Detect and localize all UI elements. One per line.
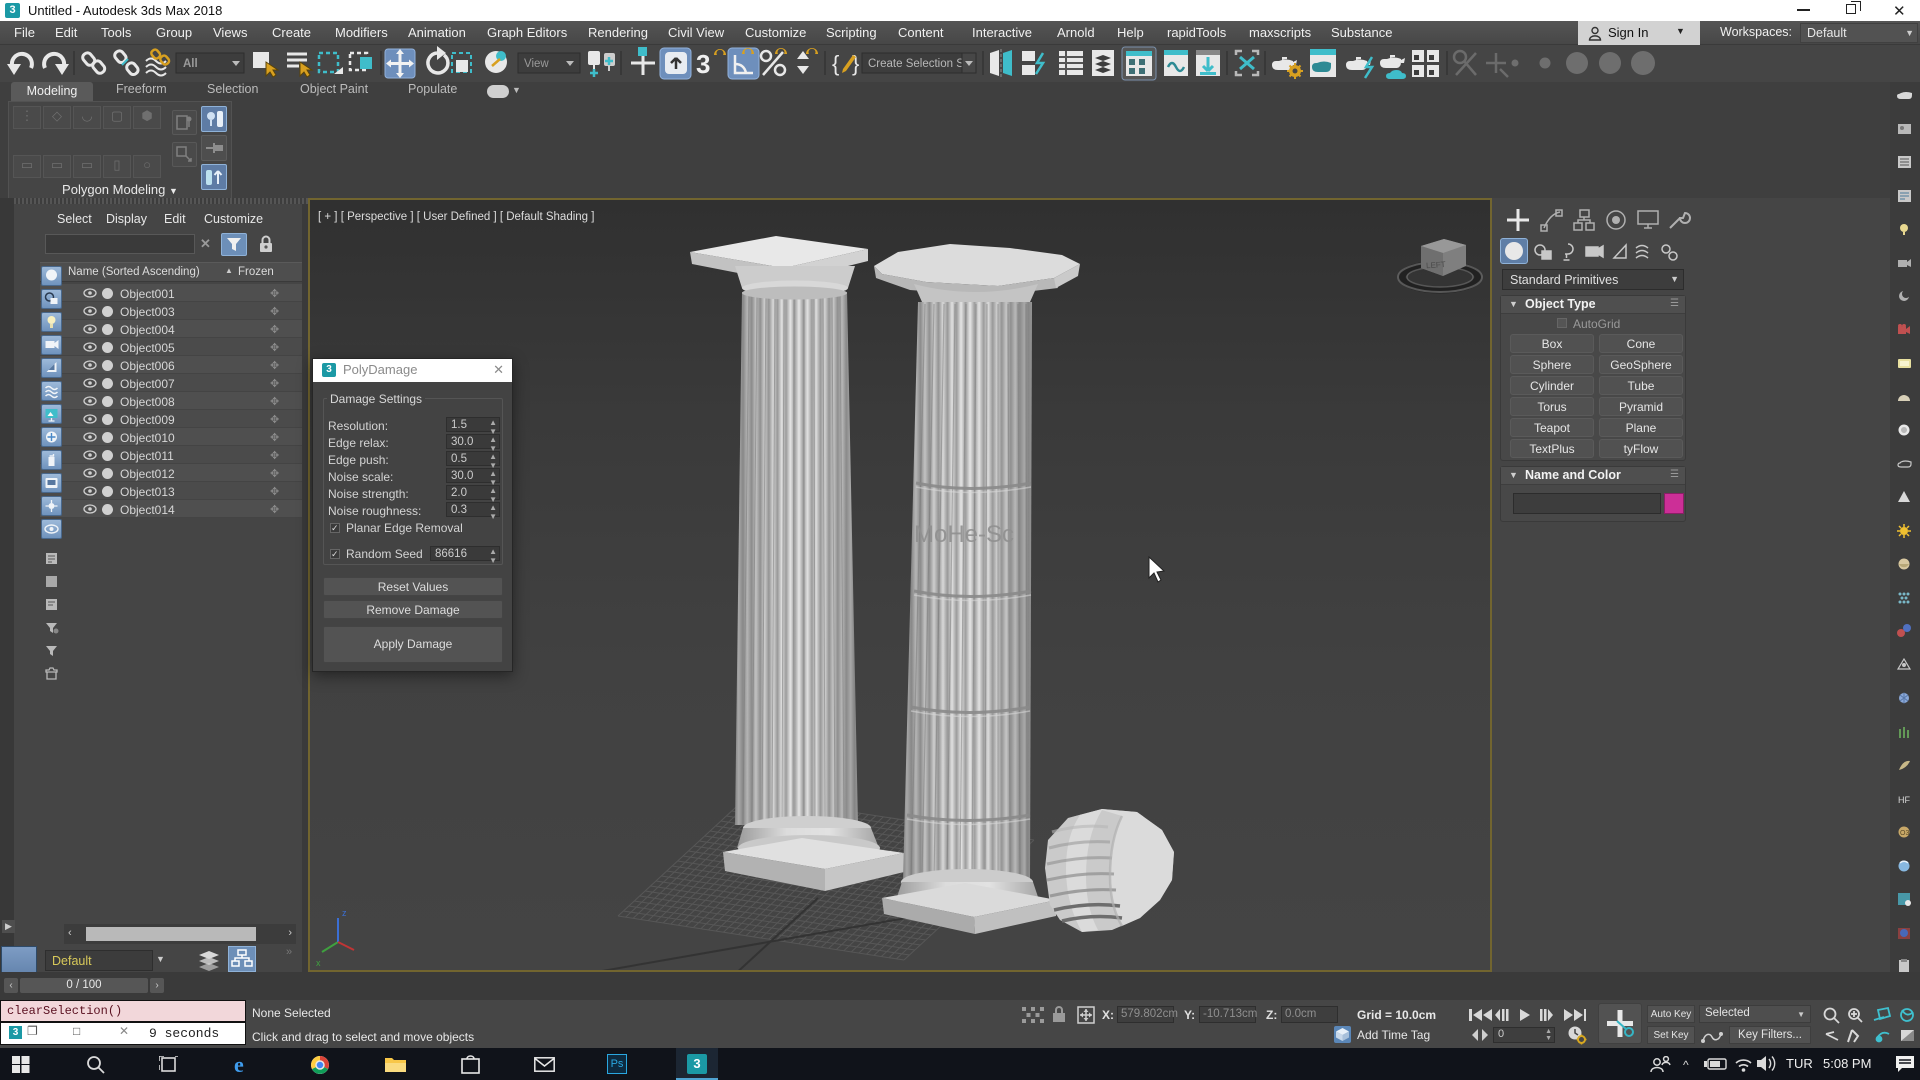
svg-text:O3: O3 (1900, 830, 1909, 837)
svg-text:[ + ] [ Perspective ] [ User D: [ + ] [ Perspective ] [ User Defined ] [… (318, 211, 594, 223)
svg-text:All: All (183, 58, 198, 70)
svg-text:LEFT: LEFT (1426, 260, 1446, 270)
svg-text:HF: HF (1898, 795, 1910, 805)
svg-text:Create Selection Se: Create Selection Se (868, 58, 970, 70)
svg-text:{: { (832, 51, 839, 76)
svg-text:View: View (524, 58, 549, 70)
svg-text:}: } (852, 51, 859, 76)
svg-text:3: 3 (696, 49, 710, 79)
svg-text:MoHe-Sc: MoHe-Sc (914, 521, 1014, 548)
svg-text:z: z (342, 908, 347, 918)
svg-text:x: x (316, 958, 321, 968)
